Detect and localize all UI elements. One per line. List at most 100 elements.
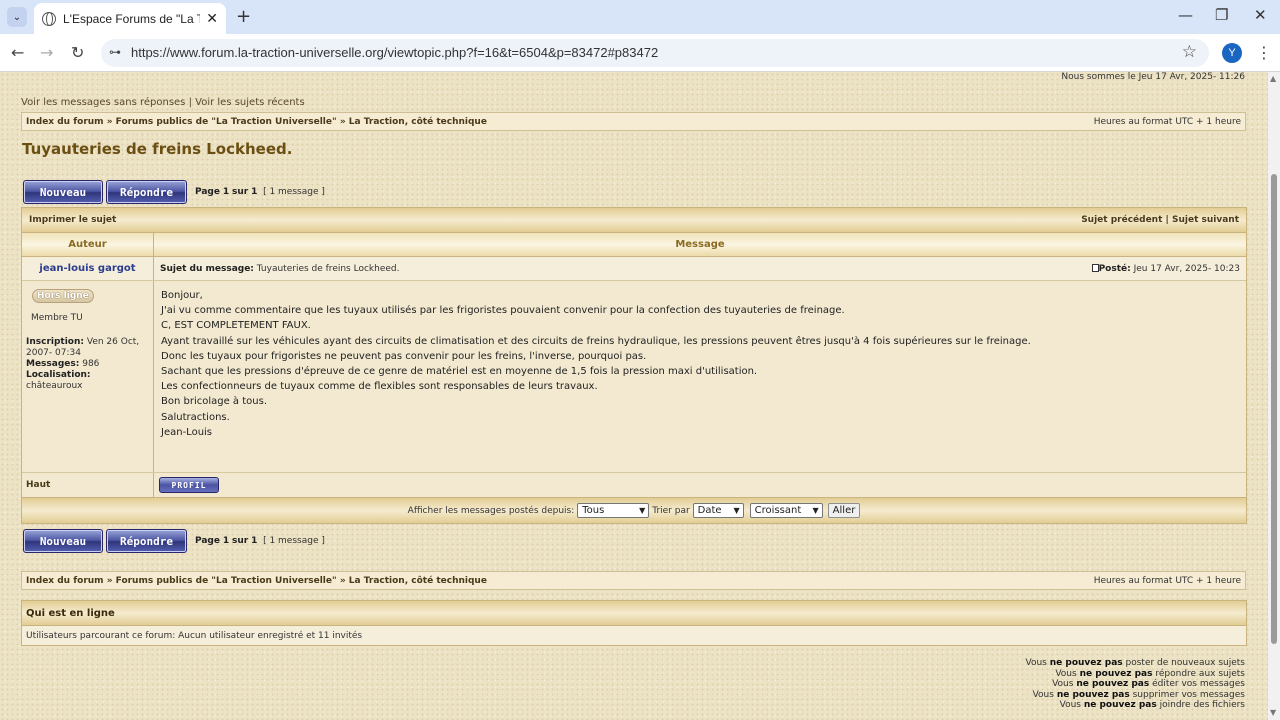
col-message: Message	[675, 239, 725, 250]
display-since-select[interactable]: Tous ▼	[577, 503, 650, 518]
message-line: J'ai vu comme commentaire que les tuyaux…	[161, 305, 845, 317]
message-line: C, EST COMPLETEMENT FAUX.	[161, 320, 311, 332]
scroll-thumb[interactable]	[1271, 174, 1277, 644]
who-is-online: Qui est en ligne Utilisateurs parcourant…	[21, 600, 1247, 646]
print-topic-link[interactable]: Imprimer le sujet	[29, 215, 116, 225]
message-line: Ayant travaillé sur les véhicules ayant …	[161, 335, 1031, 347]
browser-toolbar: ← → ↻ ⊶ https://www.forum.la-traction-un…	[0, 34, 1280, 72]
maximize-icon[interactable]: ❐	[1215, 6, 1228, 24]
message-line: Jean-Louis	[161, 426, 213, 438]
crumb-subforum[interactable]: La Traction, côté technique	[349, 576, 487, 586]
author-profile: Hors ligne Membre TU Inscription: Ven 26…	[22, 281, 154, 472]
sort-order-select[interactable]: Croissant ▼	[749, 503, 823, 518]
page-title[interactable]: Tuyauteries de freins Lockheed.	[22, 140, 292, 158]
new-topic-button[interactable]: Nouveau	[23, 180, 103, 204]
message-line: Les confectionneurs de tuyaux comme de f…	[161, 381, 598, 393]
next-topic-link[interactable]: Sujet suivant	[1172, 215, 1239, 225]
reload-icon[interactable]: ↻	[71, 43, 84, 62]
globe-icon	[42, 11, 56, 26]
online-users-text: Utilisateurs parcourant ce forum: Aucun …	[26, 630, 363, 641]
browser-tab-strip: ⌄ L'Espace Forums de "La Traction ✕ + — …	[0, 0, 1280, 34]
tab-close-icon[interactable]: ✕	[206, 11, 218, 27]
chevron-down-icon: ▼	[812, 506, 819, 515]
table-header: Auteur Message	[22, 233, 1246, 257]
display-since-label: Afficher les messages postés depuis:	[407, 505, 575, 516]
post-author[interactable]: jean-louis gargot	[22, 257, 154, 280]
permission-line: Vous ne pouvez pas répondre aux sujets	[1055, 668, 1245, 679]
permissions-list: Vous ne pouvez pas poster de nouveaux su…	[1026, 658, 1246, 711]
message-line: Bonjour,	[161, 290, 203, 301]
posted-label: Posté:	[1098, 263, 1131, 274]
scroll-down-icon[interactable]: ▼	[1270, 708, 1276, 717]
pagination: Page 1 sur 1 [ 1 message ]	[195, 536, 325, 546]
link-recent-topics[interactable]: Voir les sujets récents	[195, 97, 305, 108]
post-footer: Haut PROFIL	[22, 473, 1246, 498]
col-author: Auteur	[22, 233, 154, 256]
online-title: Qui est en ligne	[22, 601, 1246, 626]
reply-button[interactable]: Répondre	[106, 180, 187, 204]
back-icon[interactable]: ←	[11, 43, 24, 62]
chevron-down-icon: ▼	[733, 506, 740, 515]
topic-tools-row: Imprimer le sujet Sujet précédent | Suje…	[22, 208, 1246, 233]
browser-menu-icon[interactable]: ⋮	[1256, 43, 1272, 62]
go-button[interactable]: Aller	[827, 503, 861, 518]
link-separator: |	[188, 97, 192, 108]
address-bar[interactable]: ⊶ https://www.forum.la-traction-universe…	[101, 39, 1209, 67]
reply-button[interactable]: Répondre	[106, 529, 187, 553]
quick-links: Voir les messages sans réponses | Voir l…	[21, 97, 305, 108]
permission-line: Vous ne pouvez pas poster de nouveaux su…	[1025, 658, 1246, 668]
tab-title: L'Espace Forums de "La Traction	[63, 11, 200, 26]
bookmark-star-icon[interactable]: ☆	[1182, 42, 1197, 62]
chevron-down-icon[interactable]: ⌄	[7, 7, 27, 27]
breadcrumb: Index du forum » Forums publics de "La T…	[21, 112, 1246, 131]
subject-label: Sujet du message:	[160, 263, 254, 274]
author-rank: Membre TU	[31, 313, 83, 323]
author-location: châteauroux	[26, 381, 83, 391]
forward-icon[interactable]: →	[40, 43, 53, 62]
offline-status-badge: Hors ligne	[32, 289, 94, 303]
message-line: Bon bricolage à tous.	[161, 396, 268, 408]
site-settings-icon[interactable]: ⊶	[109, 45, 121, 59]
current-date: Nous sommes le Jeu 17 Avr, 2025- 11:26	[1061, 72, 1245, 82]
pagination: Page 1 sur 1 [ 1 message ]	[195, 187, 325, 197]
crumb-subforum[interactable]: La Traction, côté technique	[349, 117, 487, 127]
post-header: jean-louis gargot Sujet du message: Tuya…	[22, 257, 1246, 281]
permission-line: Vous ne pouvez pas éditer vos messages	[1052, 679, 1245, 690]
author-details: Inscription: Ven 26 Oct, 2007- 07:34 Mes…	[26, 337, 140, 391]
browser-tab[interactable]: L'Espace Forums de "La Traction ✕	[34, 3, 226, 34]
chevron-down-icon: ▼	[639, 506, 646, 515]
message-count: [ 1 message ]	[263, 536, 325, 546]
post-subject: Tuyauteries de freins Lockheed.	[256, 263, 400, 274]
profile-button[interactable]: PROFIL	[159, 477, 219, 493]
crumb-public-forums[interactable]: Forums publics de "La Traction Universel…	[116, 117, 337, 127]
new-topic-button[interactable]: Nouveau	[23, 529, 103, 553]
close-window-icon[interactable]: ✕	[1254, 6, 1267, 24]
message-line: Sachant que les pressions d'épreuve de c…	[161, 366, 758, 378]
post-icon[interactable]	[1091, 263, 1099, 272]
profile-avatar[interactable]: Y	[1222, 43, 1242, 63]
timezone-label: Heures au format UTC + 1 heure	[1093, 116, 1241, 127]
message-line: Salutractions.	[161, 411, 230, 423]
message-line: Donc les tuyaux pour frigoristes ne peuv…	[161, 350, 647, 362]
sort-options-row: Afficher les messages postés depuis: Tou…	[22, 498, 1246, 523]
page-viewport: Nous sommes le Jeu 17 Avr, 2025- 11:26 V…	[0, 72, 1268, 720]
permission-line: Vous ne pouvez pas joindre des fichiers	[1059, 700, 1245, 711]
minimize-icon[interactable]: —	[1178, 6, 1193, 24]
crumb-index[interactable]: Index du forum	[26, 117, 104, 127]
link-unanswered[interactable]: Voir les messages sans réponses	[21, 97, 185, 108]
permission-line: Vous ne pouvez pas supprimer vos message…	[1032, 689, 1245, 700]
page-scrollbar[interactable]: ▲ ▼	[1268, 72, 1280, 720]
prev-topic-link[interactable]: Sujet précédent	[1081, 215, 1162, 225]
breadcrumb: Index du forum » Forums publics de "La T…	[21, 571, 1246, 590]
posted-date: Jeu 17 Avr, 2025- 10:23	[1133, 263, 1240, 274]
timezone-label: Heures au format UTC + 1 heure	[1093, 575, 1241, 586]
url-text[interactable]: https://www.forum.la-traction-universell…	[131, 45, 658, 60]
scroll-up-icon[interactable]: ▲	[1270, 74, 1276, 83]
topic-actions-bottom: Nouveau Répondre Page 1 sur 1 [ 1 messag…	[23, 529, 325, 553]
post-message: Bonjour, J'ai vu comme commentaire que l…	[154, 281, 1246, 472]
crumb-public-forums[interactable]: Forums publics de "La Traction Universel…	[116, 576, 337, 586]
back-to-top-link[interactable]: Haut	[22, 473, 154, 497]
new-tab-icon[interactable]: +	[236, 6, 251, 27]
crumb-index[interactable]: Index du forum	[26, 576, 104, 586]
sort-by-select[interactable]: Date ▼	[692, 503, 744, 518]
